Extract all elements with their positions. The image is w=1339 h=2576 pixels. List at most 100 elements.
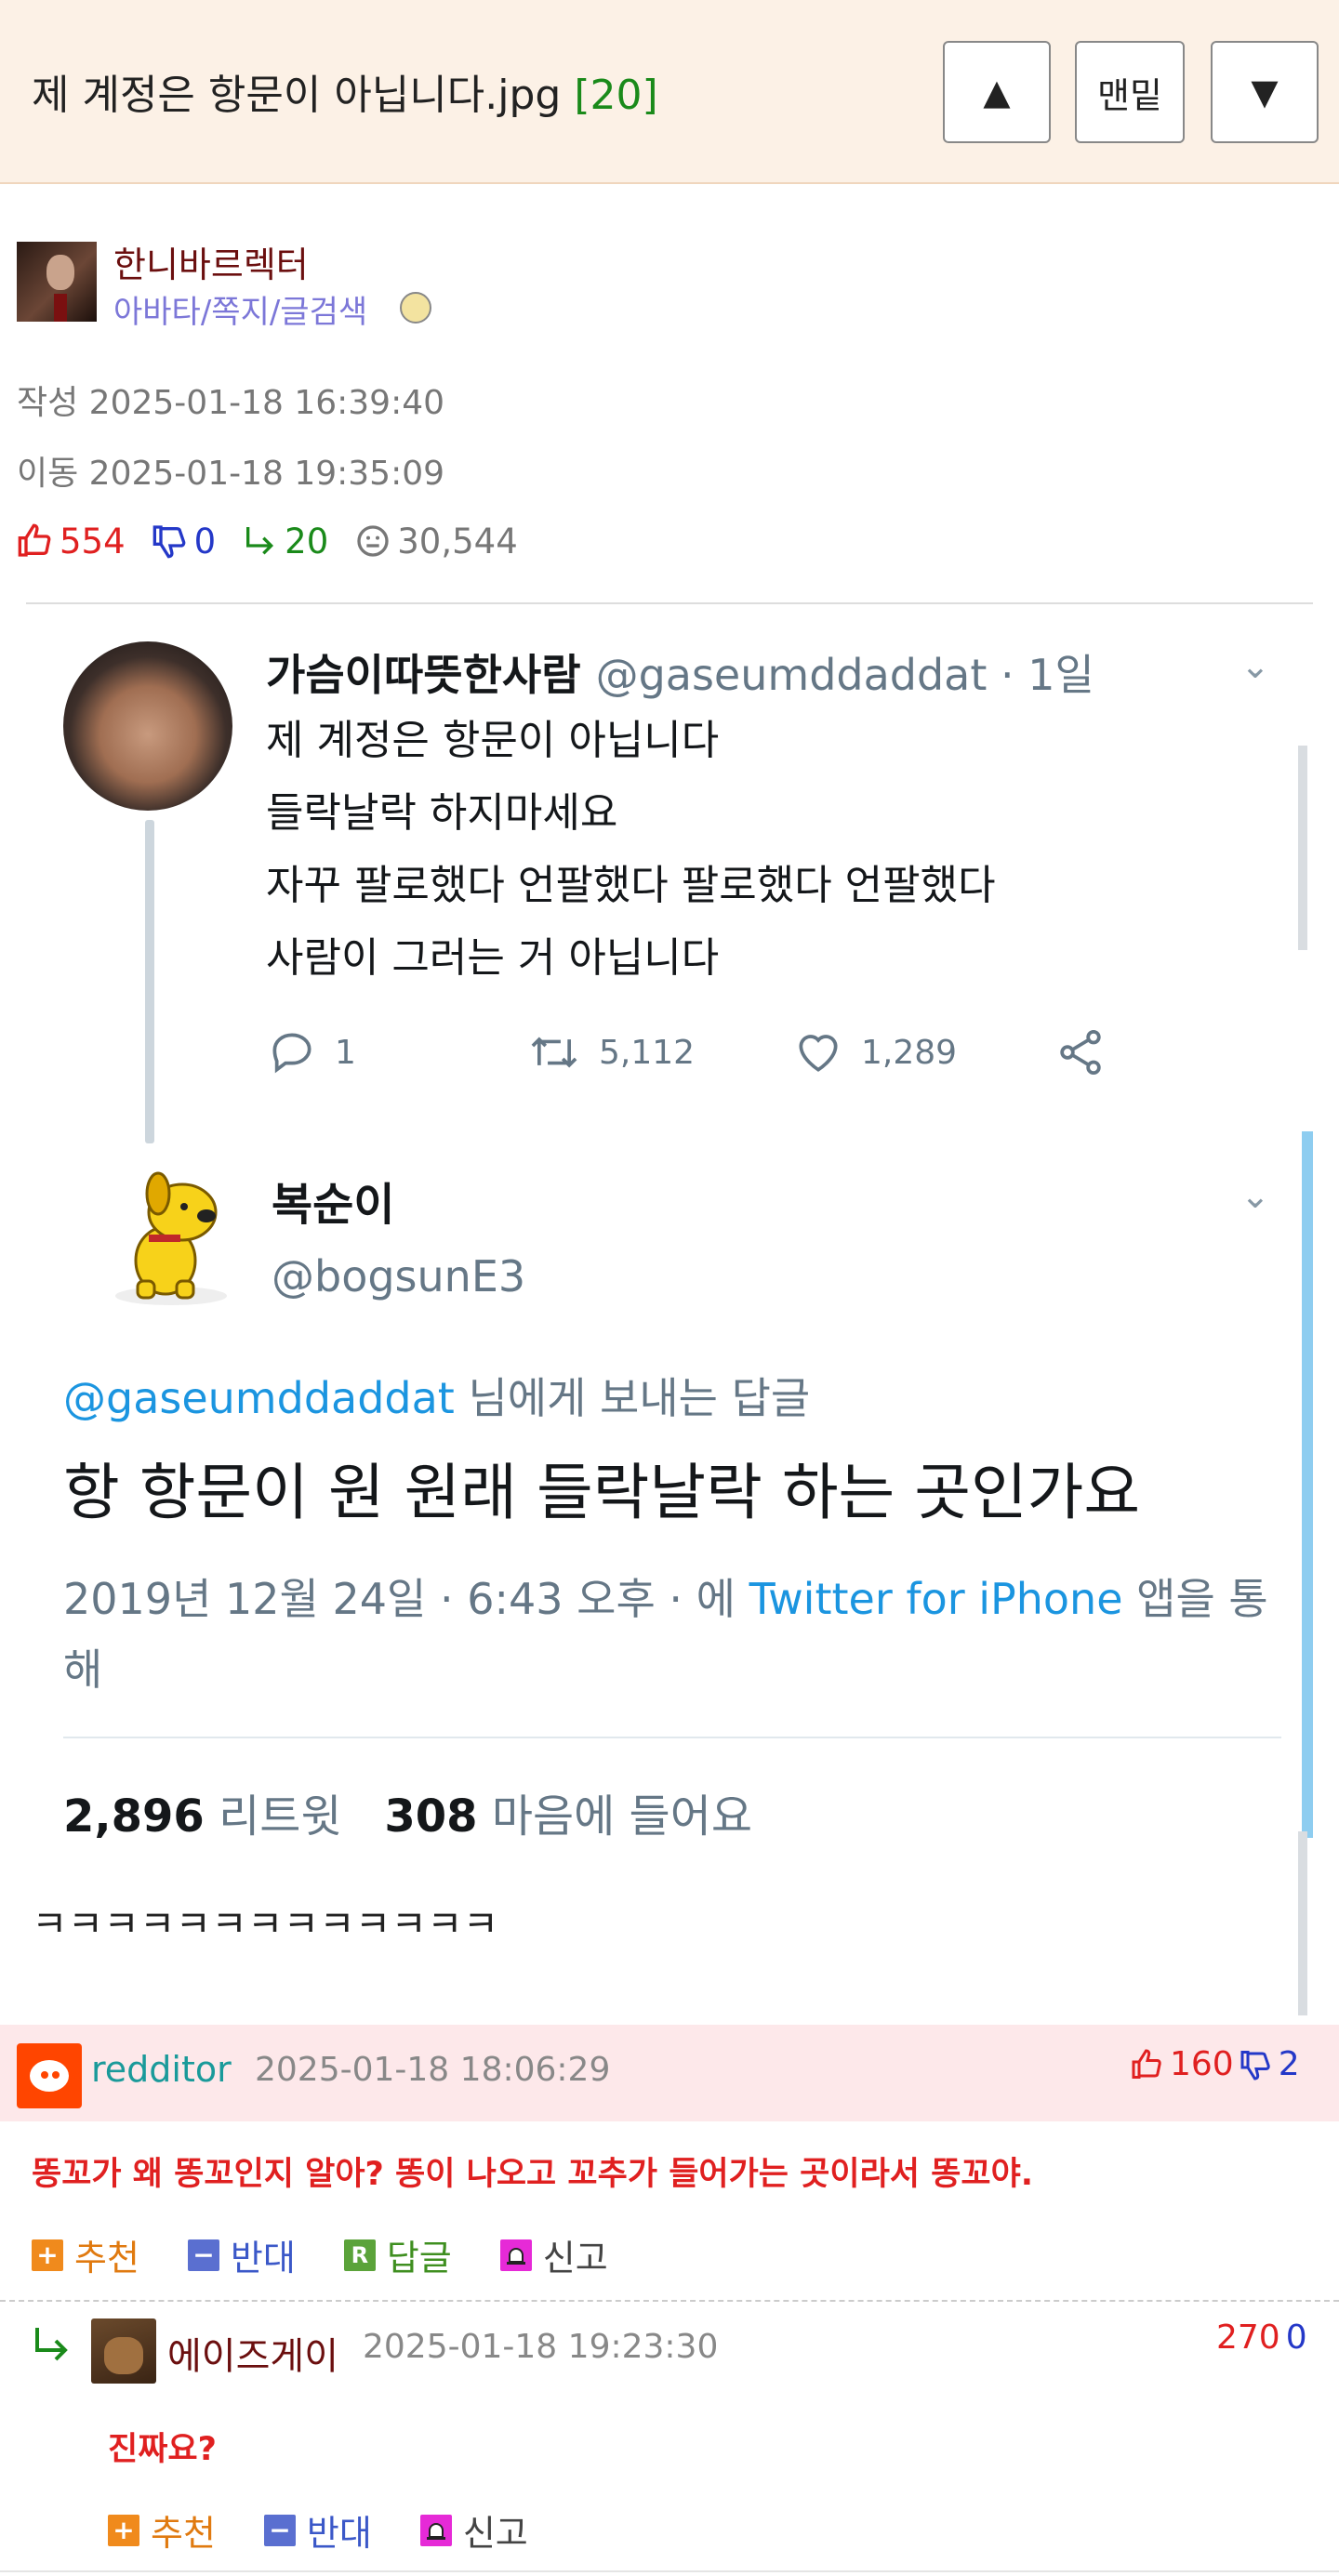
tweet-user1: 가슴이따뜻한사람 @gaseumddaddat · 1일 [266, 641, 1094, 703]
comment-actions: + 추천 − 반대 R 답글 신고 [32, 2229, 656, 2280]
likes-count: 554 [60, 521, 126, 561]
speech-bubble-icon [272, 1033, 312, 1074]
scroll-bottom-button[interactable]: 맨밑 [1075, 41, 1185, 143]
upvote-button[interactable]: + 추천 [32, 2229, 139, 2280]
author-links[interactable]: 아바타/쪽지/글검색 [113, 286, 367, 332]
tweet-like-action: 1,289 [792, 1015, 957, 1090]
post-title: 제 계정은 항문이 아닙니다.jpg [20] [32, 61, 658, 121]
minus-icon: − [263, 2514, 296, 2546]
reply-arrow-icon [246, 527, 274, 555]
reddit-alien-icon[interactable] [17, 2043, 82, 2108]
thumbs-down-icon [1240, 2050, 1270, 2081]
retweet-icon [531, 1037, 577, 1068]
thread-line [145, 820, 154, 1143]
report-label: 신고 [462, 2513, 528, 2554]
comment-author[interactable]: redditor [91, 2049, 232, 2090]
tweet-date-prefix: 2019년 12월 24일 · 6:43 오후 · 에 [63, 1574, 749, 1624]
tweet-body-line: 자꾸 팔로했다 언팔했다 팔로했다 언팔했다 [266, 862, 996, 909]
likes-stat: 554 [17, 522, 126, 561]
image-scrollbar [1298, 746, 1307, 950]
image-scrollbar-highlight [1302, 1131, 1313, 1838]
moved-date: 이동 2025-01-18 19:35:09 [17, 455, 445, 493]
comment-actions: + 추천 − 반대 신고 [108, 2504, 577, 2556]
reply-icon: R [343, 2239, 376, 2271]
comment-avatar[interactable] [91, 2318, 156, 2384]
comment-up-count: 270 [1216, 2318, 1280, 2357]
chevron-down-icon: ⌄ [1240, 1175, 1270, 1216]
reply-to-suffix: 님에게 보내는 답글 [454, 1373, 811, 1423]
comment-count[interactable]: [20] [574, 72, 657, 119]
report-button[interactable]: 신고 [419, 2504, 528, 2556]
retweets-label: 리트윗 [204, 1790, 342, 1843]
tweet-retweet-action: 5,112 [526, 1015, 695, 1090]
tweet-user2-handle: @bogsunE3 [272, 1251, 526, 1301]
comment-date: 2025-01-18 18:06:29 [255, 2051, 611, 2089]
author-name[interactable]: 한니바르렉터 [113, 236, 309, 287]
minus-icon: − [187, 2239, 219, 2271]
retweets-number: 2,896 [63, 1790, 205, 1843]
tweet-retweet-count: 5,112 [599, 1033, 696, 1072]
likes-label: 마음에 들어요 [477, 1790, 753, 1843]
plus-icon: + [108, 2514, 139, 2546]
tweet-user1-name: 가슴이따뜻한사람 [266, 650, 581, 700]
post-image: 가슴이따뜻한사람 @gaseumddaddat · 1일 ⌄ 제 계정은 항문이… [26, 606, 1313, 2019]
tweet-counts: 2,896 리트윗 308 마음에 들어요 [63, 1779, 752, 1844]
tweet-divider [63, 1737, 1281, 1738]
post-stats: 554 0 20 30,544 [17, 519, 544, 563]
downvote-button[interactable]: − 반대 [187, 2229, 296, 2280]
reply-button[interactable]: R 답글 [343, 2229, 452, 2280]
written-date: 작성 2025-01-18 16:39:40 [17, 384, 445, 422]
comment-down-count: 0 [1285, 2318, 1307, 2357]
reply-arrow-icon [35, 2328, 68, 2361]
post-title-text: 제 계정은 항문이 아닙니다.jpg [32, 72, 562, 119]
views-count: 30,544 [397, 521, 518, 561]
replies-stat: 20 [242, 522, 328, 561]
tweet-reply-count: 1 [335, 1033, 356, 1072]
heart-icon [799, 1035, 838, 1072]
downvote-label: 반대 [230, 2238, 296, 2279]
report-button[interactable]: 신고 [499, 2229, 608, 2280]
comment-text: 똥꼬가 왜 똥꼬인지 알아? 똥이 나오고 꼬추가 들어가는 곳이라서 똥꼬야. [32, 2156, 1034, 2193]
comment-up-count: 160 [1170, 2045, 1234, 2083]
thumbs-down-icon [152, 525, 186, 559]
upvote-button[interactable]: + 추천 [108, 2504, 216, 2556]
comment-votes: 160 2 [1131, 2045, 1300, 2083]
chevron-down-icon: ⌄ [1240, 645, 1270, 686]
scroll-up-button[interactable]: ▲ [943, 41, 1051, 143]
scroll-bottom-label: 맨밑 [1097, 74, 1162, 116]
reply-to-handle: @gaseumddaddat [63, 1373, 455, 1423]
tweet-reply-action: 1 [266, 1015, 356, 1090]
tweet-avatar-1 [63, 641, 232, 811]
comment-author[interactable]: 에이즈게이 [167, 2326, 338, 2380]
tweet-body-line: 제 계정은 항문이 아닙니다 [266, 717, 720, 764]
tweet-avatar-2-dog-icon [89, 1156, 247, 1314]
upvote-label: 추천 [151, 2513, 216, 2554]
up-arrow-icon: ▲ [983, 72, 1011, 112]
thumbs-up-icon [18, 523, 51, 557]
share-icon [1060, 1029, 1101, 1076]
tweet-share-action [1054, 1015, 1107, 1090]
downvote-label: 반대 [306, 2513, 372, 2554]
dislikes-stat: 0 [152, 521, 217, 561]
downvote-button[interactable]: − 반대 [263, 2504, 372, 2556]
author-avatar[interactable] [17, 242, 97, 322]
views-stat: 30,544 [354, 521, 518, 561]
plus-icon: + [32, 2239, 63, 2271]
scroll-down-button[interactable]: ▼ [1211, 41, 1319, 143]
reply-to-line: @gaseumddaddat 님에게 보내는 답글 [63, 1365, 810, 1426]
tweet-user2-name: 복순이 [272, 1179, 395, 1231]
report-label: 신고 [542, 2238, 608, 2279]
comment-votes: 270 0 [1216, 2318, 1307, 2357]
comment-divider [0, 2300, 1339, 2302]
comment-down-count: 2 [1278, 2045, 1300, 2083]
level-badge-icon [400, 292, 431, 324]
tweet-actions: 1 5,112 1,289 [266, 1015, 1140, 1090]
dislikes-count: 0 [193, 521, 217, 561]
likes-number: 308 [384, 1790, 478, 1843]
tweet-source: Twitter for iPhone [749, 1574, 1123, 1624]
comment-date: 2025-01-18 19:23:30 [363, 2328, 719, 2366]
image-scrollbar [1298, 1831, 1307, 2015]
bottom-divider [0, 2570, 1339, 2572]
down-arrow-icon: ▼ [1251, 72, 1279, 112]
reply-label: 답글 [386, 2238, 452, 2279]
